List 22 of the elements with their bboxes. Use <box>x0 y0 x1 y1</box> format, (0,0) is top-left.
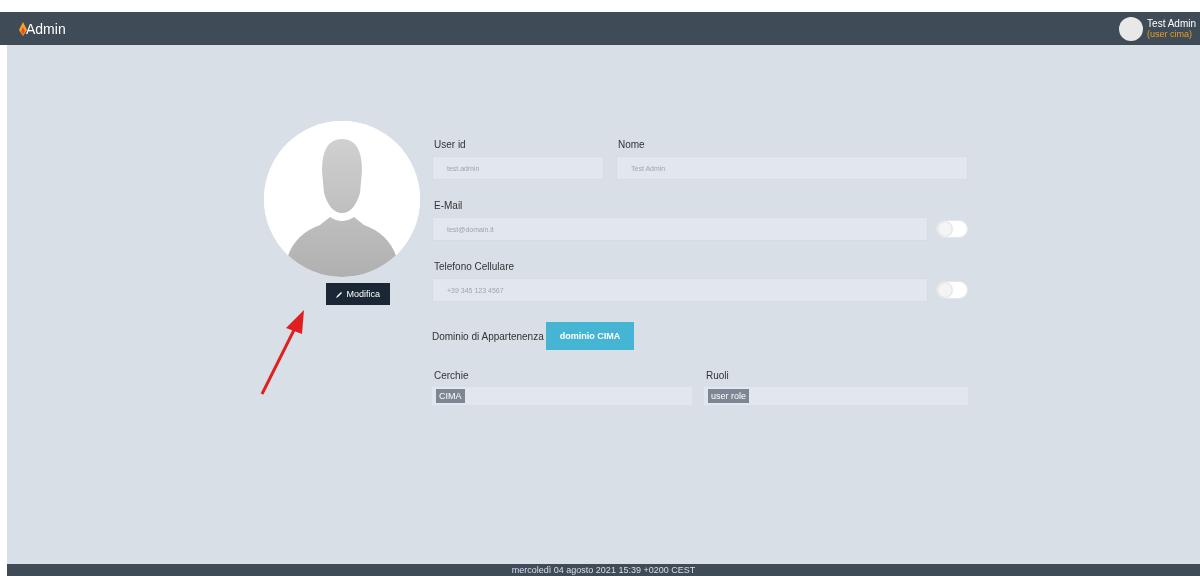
domain-button[interactable]: dominio CIMA <box>545 322 635 350</box>
user-name: Test Admin <box>1147 18 1196 29</box>
edit-button[interactable]: Modifica <box>326 283 390 305</box>
tag-field[interactable]: CIMA <box>432 387 692 405</box>
pencil-icon <box>336 290 344 298</box>
flame-icon <box>18 21 28 36</box>
field-label: Cerchie <box>434 370 470 381</box>
field-label: Nome <box>618 139 646 150</box>
user-role: (user cima) <box>1147 29 1194 39</box>
field-label: Ruoli <box>706 370 730 381</box>
toggle-switch[interactable] <box>936 220 968 238</box>
field-label: E-Mail <box>434 200 464 211</box>
app-logo[interactable]: Admin <box>26 20 66 37</box>
field-label: Telefono Cellulare <box>434 261 516 272</box>
tag-chip: CIMA <box>436 389 465 403</box>
user-avatar[interactable] <box>1119 16 1144 41</box>
field-label: Dominio di Appartenenza <box>432 330 544 342</box>
tag-chip: user role <box>708 389 749 403</box>
field-label: User id <box>434 139 467 150</box>
tag-field[interactable]: user role <box>704 387 968 405</box>
toggle-switch[interactable] <box>936 281 968 299</box>
footer-text: mercoledì 04 agosto 2021 15:39 +0200 CEST <box>7 564 1200 576</box>
